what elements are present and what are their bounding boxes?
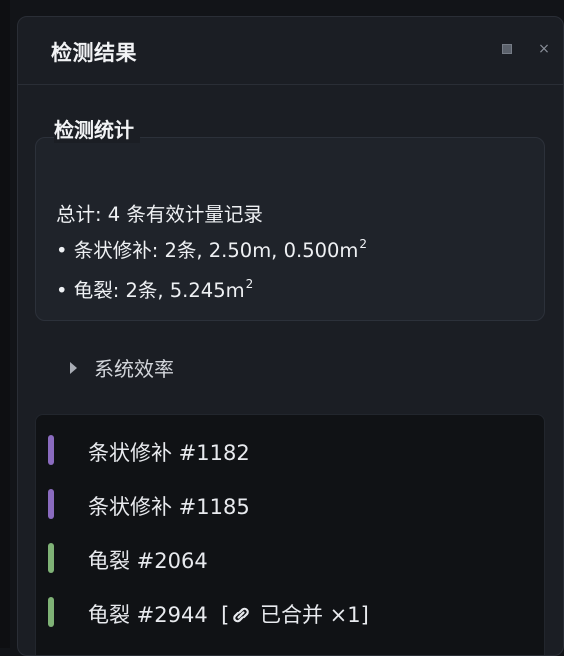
list-item[interactable]: 龟裂 #2064 [36,537,544,581]
panel-title: 检测结果 [51,41,137,65]
restore-icon [502,44,512,54]
close-icon: × [538,41,550,57]
category-color-bar [48,489,54,519]
category-color-bar [48,597,54,627]
list-item-label: 龟裂 #2064 [88,549,208,573]
list-item[interactable]: 龟裂 #2944 [ 已合并 ×1] [36,591,544,635]
stats-crack: • 龟裂: 2条, 5.245m2 [56,277,254,302]
window-left-edge [0,0,10,648]
stats-strip-patch: • 条状修补: 2条, 2.50m, 0.500m2 [56,237,368,262]
link-icon [233,607,250,623]
list-item-label: 条状修补 #1182 [88,441,250,465]
caret-right-icon [70,361,77,374]
list-item[interactable]: 条状修补 #1185 [36,483,544,527]
results-list: 条状修补 #1182 条状修补 #1185 龟裂 #2064 龟裂 #2944 … [35,414,545,655]
merge-status: 已合并 ×1] [259,603,369,627]
restore-button[interactable] [498,40,516,58]
category-color-bar [48,435,54,465]
detection-results-panel: 检测结果 × 总计: 4 条有效计量记录 • 条状修补: 2条, 2.50m, … [17,16,564,656]
efficiency-label: 系统效率 [94,357,174,381]
list-item[interactable]: 条状修补 #1182 [36,429,544,473]
efficiency-toggle[interactable]: 系统效率 [70,353,174,382]
stats-box: 总计: 4 条有效计量记录 • 条状修补: 2条, 2.50m, 0.500m2… [35,137,545,321]
panel-header: 检测结果 × [18,17,563,85]
stats-total: 总计: 4 条有效计量记录 [56,203,263,226]
merge-open-bracket: [ [221,603,230,627]
list-item-label: 龟裂 #2944 [ 已合并 ×1] [88,603,369,627]
stats-section-title: 检测统计 [54,114,140,143]
category-color-bar [48,543,54,573]
close-button[interactable]: × [535,40,553,58]
list-item-label: 条状修补 #1185 [88,495,250,519]
